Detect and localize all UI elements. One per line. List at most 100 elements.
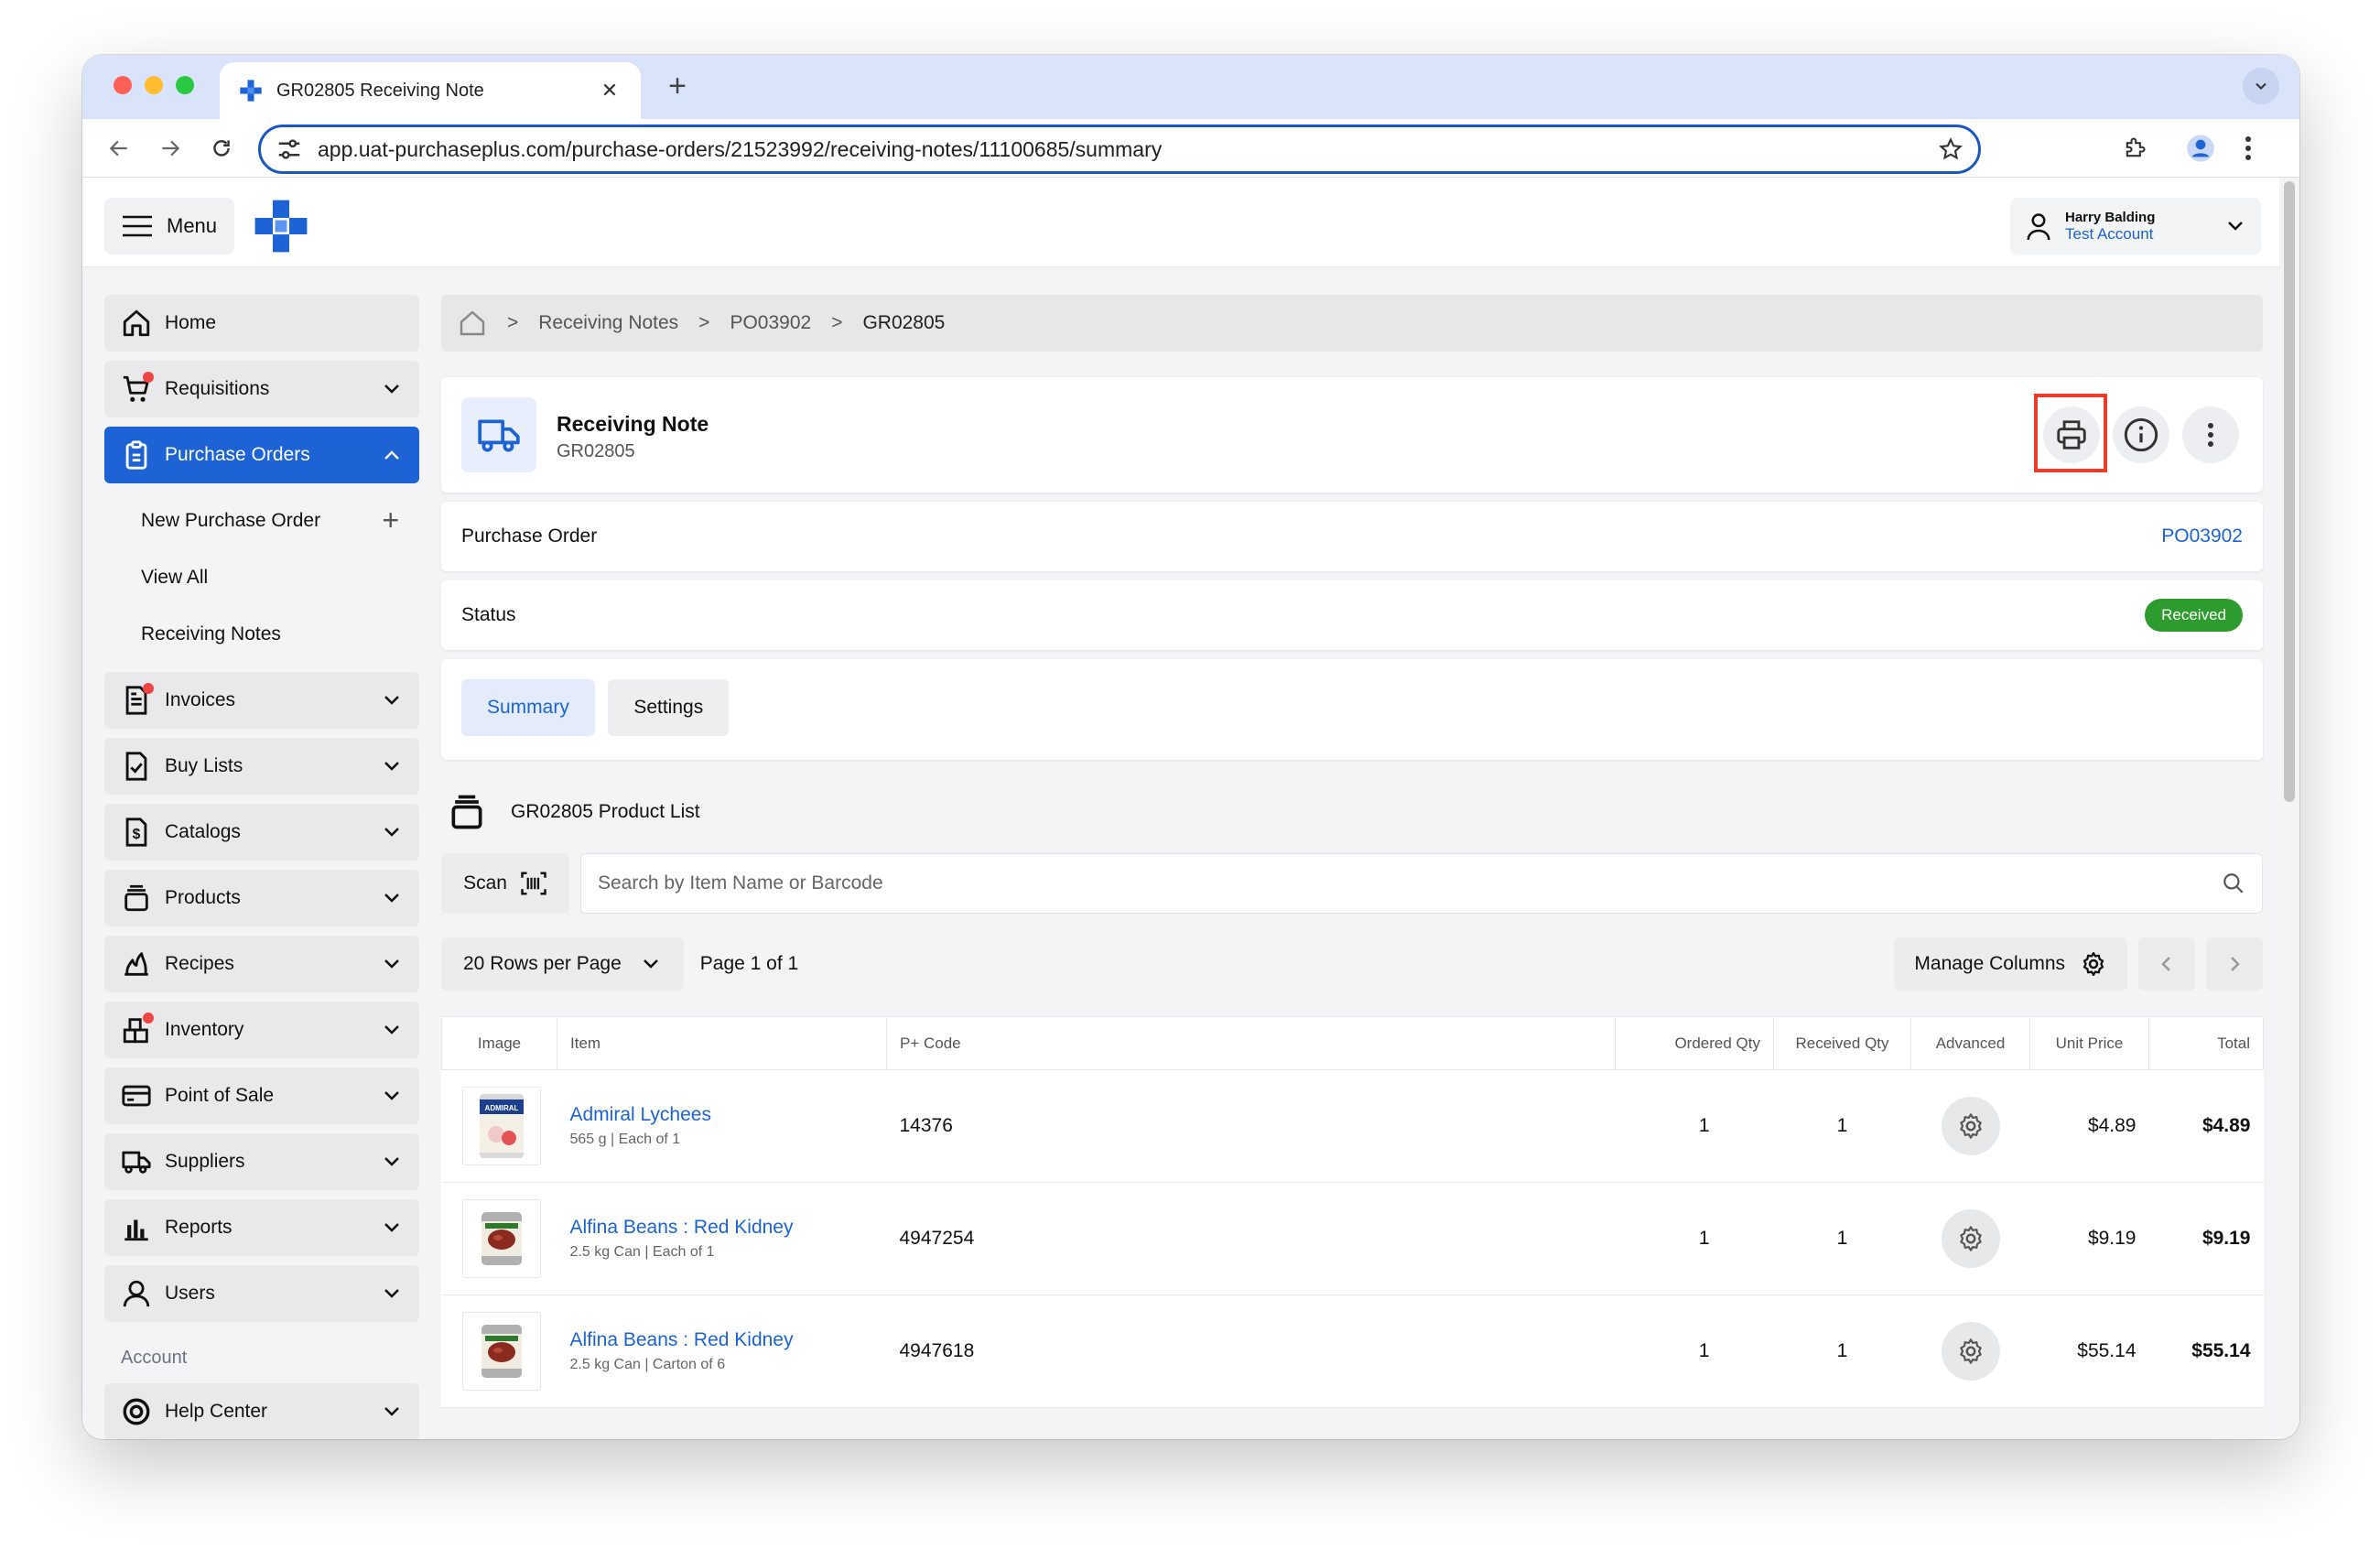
product-image-lychees[interactable]: ADMIRAL [461,1087,541,1165]
sidebar-item-inventory[interactable]: Inventory [104,1002,419,1058]
rows-per-page-label: 20 Rows per Page [463,953,622,974]
forward-button[interactable] [152,130,189,167]
rows-per-page-select[interactable]: 20 Rows per Page [441,937,684,991]
item-name-link[interactable]: Admiral Lychees [570,1104,874,1126]
minimize-window-button[interactable] [145,76,163,94]
maximize-window-button[interactable] [176,76,194,94]
subitem-label: View All [141,567,209,588]
close-tab-icon[interactable]: ✕ [597,79,622,103]
sidebar-item-catalogs[interactable]: $ Catalogs [104,804,419,861]
plus-icon[interactable]: + [382,505,399,535]
search-input[interactable]: Search by Item Name or Barcode [580,853,2263,914]
advanced-settings-button[interactable] [1941,1097,2000,1155]
dollar-doc-icon: $ [125,818,147,847]
sidebar-item-users[interactable]: Users [104,1265,419,1322]
new-tab-button[interactable]: + [659,68,696,104]
site-settings-icon[interactable] [276,135,303,163]
sidebar-item-label: Invoices [165,689,236,710]
breadcrumb-po[interactable]: PO03902 [730,312,811,334]
search-row: Scan Search by Item Name or Barcode [441,853,2263,914]
unit-price-cell: $9.19 [2029,1182,2149,1295]
total-cell: $55.14 [2148,1294,2264,1408]
scrollbar-thumb[interactable] [2284,181,2295,802]
chevron-up-icon [384,450,399,460]
product-image-kidney-beans[interactable] [461,1199,541,1278]
profile-button[interactable] [2182,130,2219,167]
sidebar-item-label: Point of Sale [165,1085,275,1106]
url-text: app.uat-purchaseplus.com/purchase-orders… [318,136,1163,161]
menu-button[interactable]: Menu [104,198,234,255]
table-row: Alfina Beans : Red Kidney 2.5 kg Can | Ca… [441,1294,2264,1408]
user-menu[interactable]: Harry Balding Test Account [2010,198,2261,255]
pcode-cell: 4947618 [886,1294,1616,1408]
sidebar-item-label: Purchase Orders [165,444,310,465]
bookmark-star-icon[interactable] [1938,136,1964,162]
sidebar-item-requisitions[interactable]: Requisitions [104,361,419,417]
sidebar-item-help-center[interactable]: Help Center [104,1383,419,1439]
browser-tab[interactable]: GR02805 Receiving Note ✕ [220,62,641,119]
sidebar-item-suppliers[interactable]: Suppliers [104,1133,419,1190]
purchase-order-link[interactable]: PO03902 [2161,525,2243,547]
chevron-left-icon [2161,957,2170,971]
address-bar[interactable]: app.uat-purchaseplus.com/purchase-orders… [258,125,1981,174]
previous-page-button[interactable] [2138,937,2195,991]
breadcrumb-receiving-notes[interactable]: Receiving Notes [538,312,678,334]
purchaseplus-logo[interactable] [253,198,309,255]
product-image-kidney-beans-carton[interactable] [461,1312,541,1391]
cart-icon [121,372,154,405]
browser-toolbar: app.uat-purchaseplus.com/purchase-orders… [82,119,2299,178]
chevron-right-icon: > [507,312,519,333]
breadcrumb: > Receiving Notes > PO03902 > GR02805 [441,295,2263,352]
search-icon[interactable] [2222,872,2245,895]
user-account: Test Account [2065,224,2154,243]
tab-search-button[interactable] [2243,68,2279,104]
more-options-button[interactable] [2182,406,2239,463]
tab-summary[interactable]: Summary [461,679,595,736]
tab-title: GR02805 Receiving Note [276,80,484,101]
scan-button[interactable]: Scan [441,853,569,914]
sidebar-item-point-of-sale[interactable]: Point of Sale [104,1067,419,1124]
sidebar-subitem-new-purchase-order[interactable]: New Purchase Order + [104,493,419,549]
info-icon [2124,417,2158,452]
notification-dot [143,1013,154,1024]
sidebar-item-recipes[interactable]: Recipes [104,936,419,992]
breadcrumb-current: GR02805 [862,312,946,333]
advanced-settings-button[interactable] [1941,1322,2000,1381]
tab-settings[interactable]: Settings [608,679,730,736]
app-header: Menu Harry Balding Test Account [82,178,2279,267]
total-cell: $4.89 [2148,1069,2264,1183]
ordered-qty-cell: 1 [1615,1294,1774,1408]
lifebuoy-icon [123,1398,150,1425]
purchase-order-label: Purchase Order [461,525,598,547]
manage-columns-button[interactable]: Manage Columns [1894,937,2127,991]
sidebar-item-buy-lists[interactable]: Buy Lists [104,738,419,795]
advanced-settings-button[interactable] [1941,1209,2000,1268]
home-icon[interactable] [458,309,487,338]
back-button[interactable] [101,130,137,167]
sidebar-subitem-view-all[interactable]: View All [104,549,419,606]
kebab-menu-icon [2245,136,2251,160]
item-name-link[interactable]: Alfina Beans : Red Kidney [570,1329,874,1351]
next-page-button[interactable] [2206,937,2263,991]
home-icon [123,309,150,337]
product-list-heading: GR02805 Product List [441,780,2263,844]
sidebar-item-home[interactable]: Home [104,295,419,352]
reload-button[interactable] [203,130,240,167]
window-controls [114,76,194,94]
info-button[interactable] [2113,406,2169,463]
page-scrollbar[interactable] [2279,178,2299,1439]
sidebar-subitem-receiving-notes[interactable]: Receiving Notes [104,606,419,663]
chevron-right-icon [2231,957,2240,971]
sidebar-item-products[interactable]: Products [104,870,419,926]
sidebar-item-purchase-orders[interactable]: Purchase Orders [104,427,419,483]
status-badge: Received [2145,599,2243,632]
sidebar-item-invoices[interactable]: Invoices [104,672,419,729]
chevron-down-icon [2228,222,2243,231]
browser-menu-button[interactable] [2230,130,2266,167]
extensions-button[interactable] [2116,130,2153,167]
sidebar-item-reports[interactable]: Reports [104,1199,419,1256]
sidebar-item-label: Reports [165,1217,233,1238]
item-name-link[interactable]: Alfina Beans : Red Kidney [570,1217,874,1239]
sidebar-item-label: Home [165,312,217,333]
close-window-button[interactable] [114,76,132,94]
